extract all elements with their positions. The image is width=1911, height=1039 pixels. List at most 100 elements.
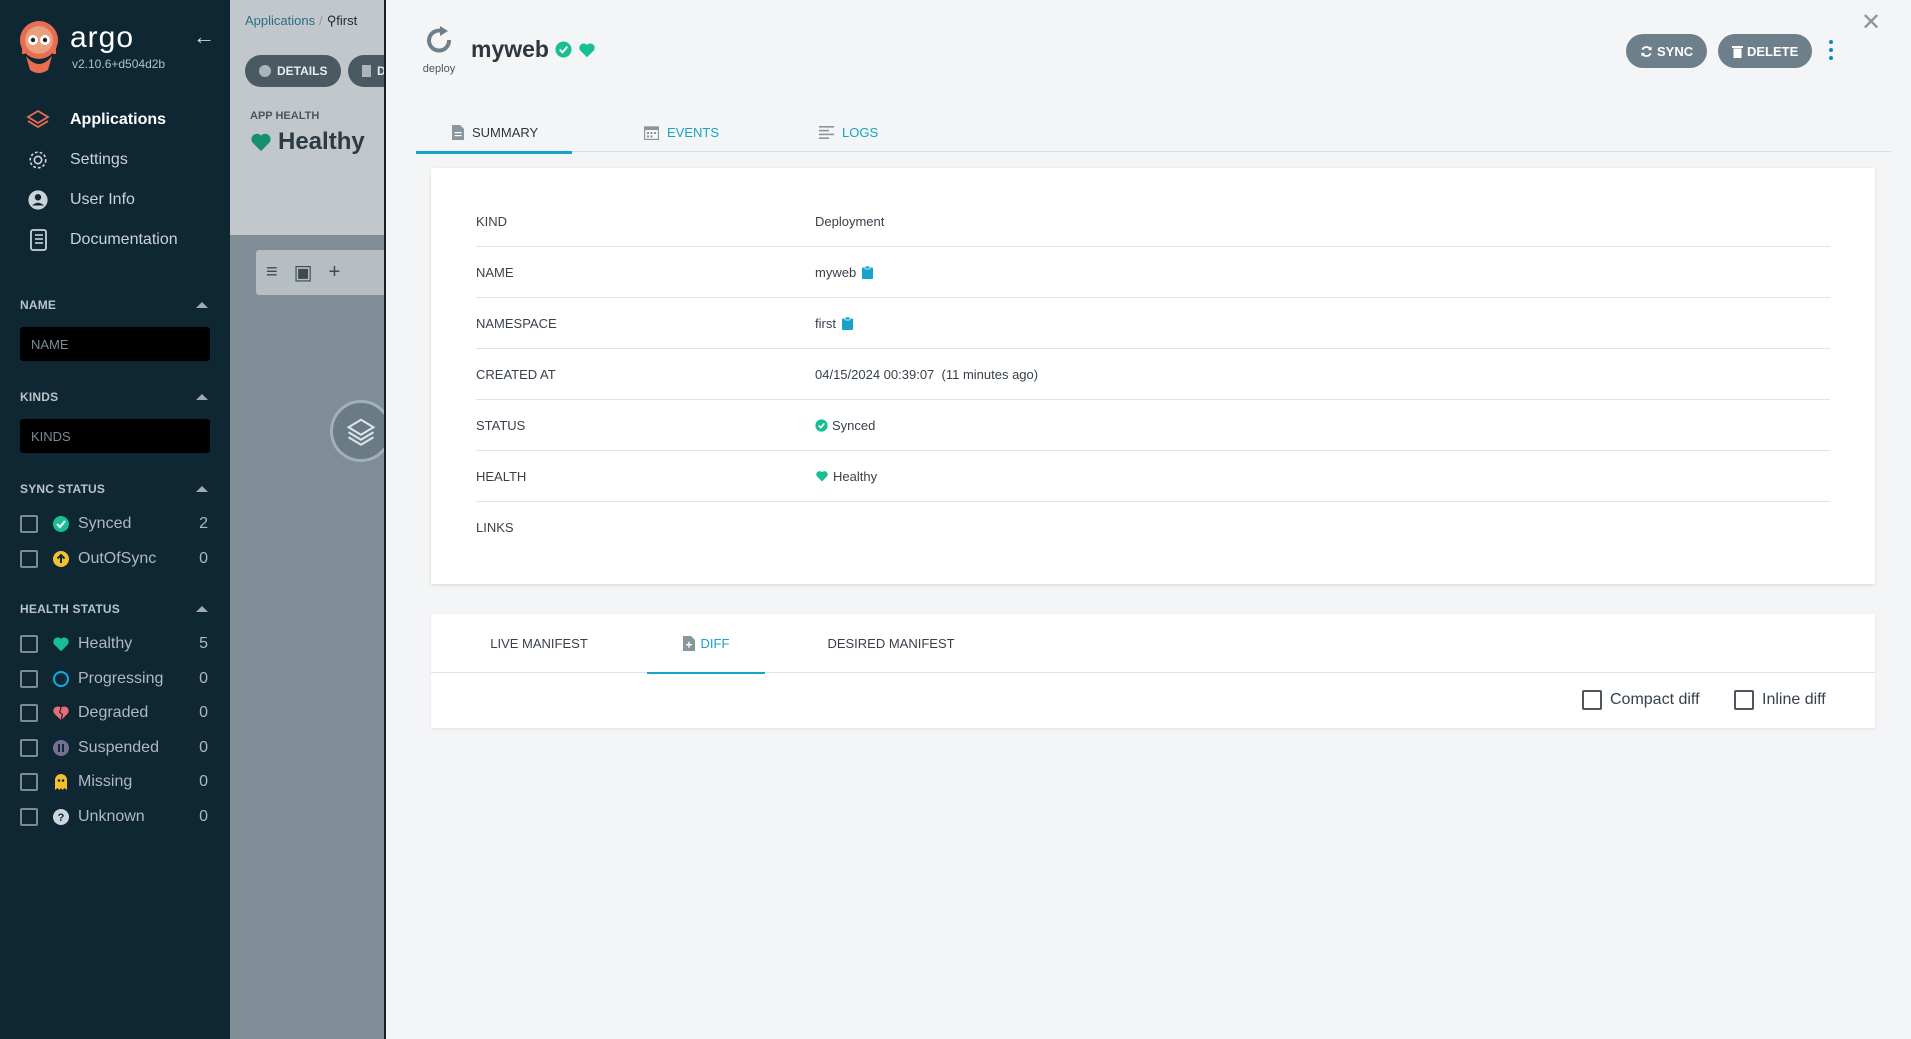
checkbox[interactable]: [20, 635, 38, 654]
filter-option-progressing[interactable]: Progressing 0: [20, 662, 210, 697]
close-panel-icon[interactable]: ✕: [1856, 8, 1886, 38]
panel-header: deploy myweb SYNC DELETE ✕: [386, 0, 1911, 100]
collapse-sidebar-icon[interactable]: ←: [190, 24, 218, 52]
check-circle-icon: [52, 515, 70, 533]
progress-circle-icon: [52, 670, 70, 688]
fit-view-icon[interactable]: ▣: [294, 260, 313, 285]
option-count: 0: [199, 549, 208, 567]
sidebar-item-user-info[interactable]: User Info: [0, 180, 230, 220]
heart-icon: [579, 42, 595, 57]
document-icon: [452, 124, 464, 140]
option-label: Unknown: [78, 807, 145, 825]
more-options-icon[interactable]: [1824, 38, 1838, 62]
gear-icon: [26, 148, 50, 172]
collapse-caret-icon: [196, 486, 208, 492]
pause-circle-icon: [52, 739, 70, 757]
checkbox[interactable]: [20, 738, 38, 757]
option-label: Degraded: [78, 704, 149, 722]
filter-health-status: HEALTH STATUS Healthy 5 Progressing 0 De…: [20, 601, 210, 834]
summary-value: Synced: [815, 418, 875, 433]
ghost-icon: [52, 773, 70, 791]
heart-icon: [52, 635, 70, 653]
summary-row-created-at: CREATED AT 04/15/2024 00:39:07 (11 minut…: [476, 349, 1830, 400]
filter-kinds-header[interactable]: KINDS: [20, 389, 210, 405]
option-label: Missing: [78, 773, 133, 791]
sidebar-item-label: Applications: [70, 111, 167, 128]
align-left-icon[interactable]: ≡: [266, 261, 278, 284]
filter-option-outofsync[interactable]: OutOfSync 0: [20, 542, 210, 577]
option-label: Healthy: [78, 635, 133, 653]
tab-desired-manifest[interactable]: DESIRED MANIFEST: [811, 614, 971, 673]
summary-row-health: HEALTH Healthy: [476, 451, 1830, 502]
app-health-value: Healthy: [250, 128, 365, 156]
summary-key: HEALTH: [476, 468, 527, 484]
kinds-filter-input[interactable]: [20, 419, 210, 453]
breadcrumb-applications-link[interactable]: Applications: [245, 13, 315, 28]
sync-button[interactable]: SYNC: [1626, 34, 1708, 68]
details-button[interactable]: DETAILS: [245, 55, 342, 87]
filter-sync-status-header[interactable]: SYNC STATUS: [20, 481, 210, 497]
tab-label: LOGS: [842, 124, 879, 140]
app-header: Applications / ⚲first DETAILS D APP HEALTH…: [230, 0, 390, 235]
summary-key: NAMESPACE: [476, 315, 557, 331]
info-icon: [259, 65, 271, 77]
tab-diff[interactable]: DIFF: [647, 614, 765, 674]
filter-option-healthy[interactable]: Healthy 5: [20, 627, 210, 662]
kind-value: Deployment: [815, 213, 885, 229]
summary-key: KIND: [476, 213, 508, 229]
name-filter-input[interactable]: [20, 327, 210, 361]
filter-title: HEALTH STATUS: [20, 602, 120, 616]
summary-card: KIND Deployment NAME myweb NAMESPACE fir…: [431, 168, 1875, 584]
check-circle-icon: [815, 418, 828, 432]
filter-option-unknown[interactable]: ? Unknown 0: [20, 800, 210, 835]
sidebar-item-documentation[interactable]: Documentation: [0, 220, 230, 260]
tab-logs[interactable]: LOGS: [819, 112, 878, 152]
checkbox[interactable]: [20, 807, 38, 826]
sidebar-item-settings[interactable]: Settings: [0, 140, 230, 180]
filter-title: SYNC STATUS: [20, 482, 106, 496]
filter-option-suspended[interactable]: Suspended 0: [20, 731, 210, 766]
app-node-icon[interactable]: [330, 400, 390, 462]
app-health-label: APP HEALTH: [250, 110, 320, 122]
tab-summary[interactable]: SUMMARY: [416, 112, 572, 154]
filter-option-missing[interactable]: Missing 0: [20, 765, 210, 800]
heart-icon: [816, 471, 828, 482]
filter-name: NAME: [20, 297, 210, 361]
checkbox[interactable]: [1734, 690, 1754, 710]
search-icon: ⚲: [326, 13, 337, 28]
sidebar-item-applications[interactable]: Applications: [0, 100, 230, 140]
tab-label: SUMMARY: [472, 124, 539, 140]
tab-label: EVENTS: [667, 124, 720, 140]
tab-live-manifest[interactable]: LIVE MANIFEST: [475, 614, 603, 673]
checkbox[interactable]: [20, 704, 38, 723]
filter-name-header[interactable]: NAME: [20, 297, 210, 313]
filter-option-degraded[interactable]: Degraded 0: [20, 696, 210, 731]
summary-row-status: STATUS Synced: [476, 400, 1830, 451]
summary-key: CREATED AT: [476, 366, 556, 382]
checkbox[interactable]: [20, 515, 38, 534]
inline-diff-checkbox[interactable]: Inline diff: [1734, 690, 1826, 710]
checkbox[interactable]: [20, 669, 38, 688]
panel-tabs: SUMMARY EVENTS LOGS: [416, 112, 1891, 154]
file-diff-icon: [682, 636, 695, 651]
delete-button[interactable]: DELETE: [1718, 34, 1813, 68]
background-app-page: Applications / ⚲first DETAILS D APP HEALTH…: [230, 0, 390, 1039]
compact-diff-checkbox[interactable]: Compact diff: [1582, 690, 1700, 710]
checkbox[interactable]: [20, 549, 38, 568]
option-label: Synced: [78, 515, 132, 533]
filter-health-status-header[interactable]: HEALTH STATUS: [20, 601, 210, 617]
breadcrumb-search[interactable]: first: [336, 13, 357, 28]
tab-events[interactable]: EVENTS: [644, 112, 719, 152]
sidebar-item-label: Settings: [70, 151, 128, 168]
checkbox[interactable]: [1582, 690, 1602, 710]
option-label: Progressing: [78, 669, 164, 687]
option-count: 0: [199, 704, 208, 722]
copy-clipboard-icon[interactable]: [841, 316, 853, 330]
sidebar-item-label: Documentation: [70, 231, 178, 248]
zoom-in-icon[interactable]: +: [329, 261, 341, 284]
copy-clipboard-icon[interactable]: [862, 265, 874, 279]
heart-icon: [251, 133, 271, 152]
checkbox[interactable]: [20, 773, 38, 792]
filter-option-synced[interactable]: Synced 2: [20, 507, 210, 542]
summary-value: Healthy: [815, 469, 877, 484]
